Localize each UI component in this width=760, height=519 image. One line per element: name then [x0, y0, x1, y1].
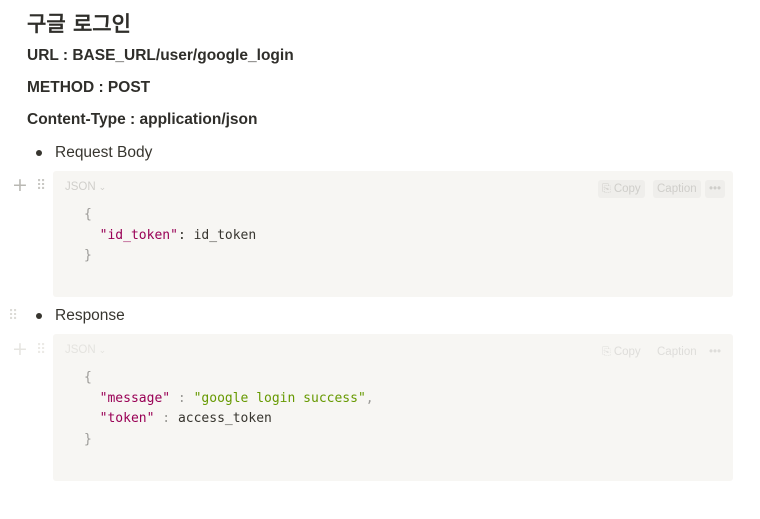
code-block-request[interactable]: JSON ⌄ ⎘ Copy Caption ••• { "id_token": id…: [53, 171, 733, 297]
code-punct: {: [84, 207, 92, 222]
plus-icon[interactable]: +: [12, 340, 28, 359]
caption-button[interactable]: Caption: [653, 180, 701, 198]
copy-button[interactable]: ⎘ Copy: [598, 180, 645, 198]
code-content[interactable]: { "message" : "google login success", "t…: [84, 368, 374, 450]
code-punct: :: [154, 411, 178, 426]
json-value: access_token: [177, 411, 272, 426]
code-punct: {: [84, 370, 92, 385]
code-content[interactable]: { "id_token": id_token }: [84, 205, 256, 267]
language-label: JSON: [65, 344, 96, 356]
code-toolbar: JSON ⌄ ⎘ Copy Caption •••: [53, 179, 733, 199]
bullet-text: Response: [55, 307, 125, 324]
drag-handle-icon[interactable]: ⠿: [36, 343, 46, 357]
copy-label: Copy: [613, 346, 641, 358]
code-punct: }: [84, 248, 92, 263]
content-type-line: Content-Type : application/json: [27, 111, 258, 128]
json-value: id_token: [193, 227, 257, 243]
language-label: JSON: [65, 181, 96, 193]
more-icon[interactable]: •••: [705, 180, 726, 198]
code-punct: :: [177, 227, 194, 243]
drag-handle-icon[interactable]: ⠿: [8, 309, 18, 323]
code-block-response[interactable]: JSON ⌄ ⎘ Copy Caption ••• { "message" : "g…: [53, 334, 733, 481]
json-string-value: "google login success": [193, 390, 366, 406]
page-title: 구글 로그인: [27, 12, 131, 36]
code-punct: }: [84, 431, 92, 447]
more-icon[interactable]: •••: [705, 343, 725, 361]
bullet-item-response: Response: [36, 306, 125, 326]
json-key: "token": [99, 411, 155, 426]
bullet-text: Request Body: [55, 144, 153, 161]
copy-button[interactable]: ⎘ Copy: [598, 343, 645, 361]
plus-icon[interactable]: +: [12, 176, 28, 195]
url-line: URL : BASE_URL/user/google_login: [27, 47, 294, 64]
code-punct: :: [170, 390, 194, 406]
bullet-dot: [36, 150, 42, 156]
copy-label: Copy: [613, 183, 641, 195]
json-key: "id_token": [99, 227, 178, 243]
copy-icon: ⎘: [602, 183, 611, 195]
language-selector[interactable]: JSON ⌄: [65, 181, 106, 193]
chevron-down-icon: ⌄: [98, 182, 107, 192]
caption-label: Caption: [657, 183, 697, 195]
json-key: "message": [99, 390, 171, 406]
caption-label: Caption: [657, 346, 697, 358]
code-toolbar: JSON ⌄ ⎘ Copy Caption •••: [53, 342, 733, 362]
code-punct: ,: [365, 390, 374, 406]
chevron-down-icon: ⌄: [98, 345, 107, 355]
method-line: METHOD : POST: [27, 79, 151, 96]
copy-icon: ⎘: [602, 346, 611, 358]
bullet-dot: [36, 313, 42, 319]
drag-handle-icon[interactable]: ⠿: [36, 179, 46, 193]
bullet-item-request-body: Request Body: [36, 143, 152, 163]
caption-button[interactable]: Caption: [653, 343, 701, 361]
language-selector[interactable]: JSON ⌄: [65, 344, 106, 356]
